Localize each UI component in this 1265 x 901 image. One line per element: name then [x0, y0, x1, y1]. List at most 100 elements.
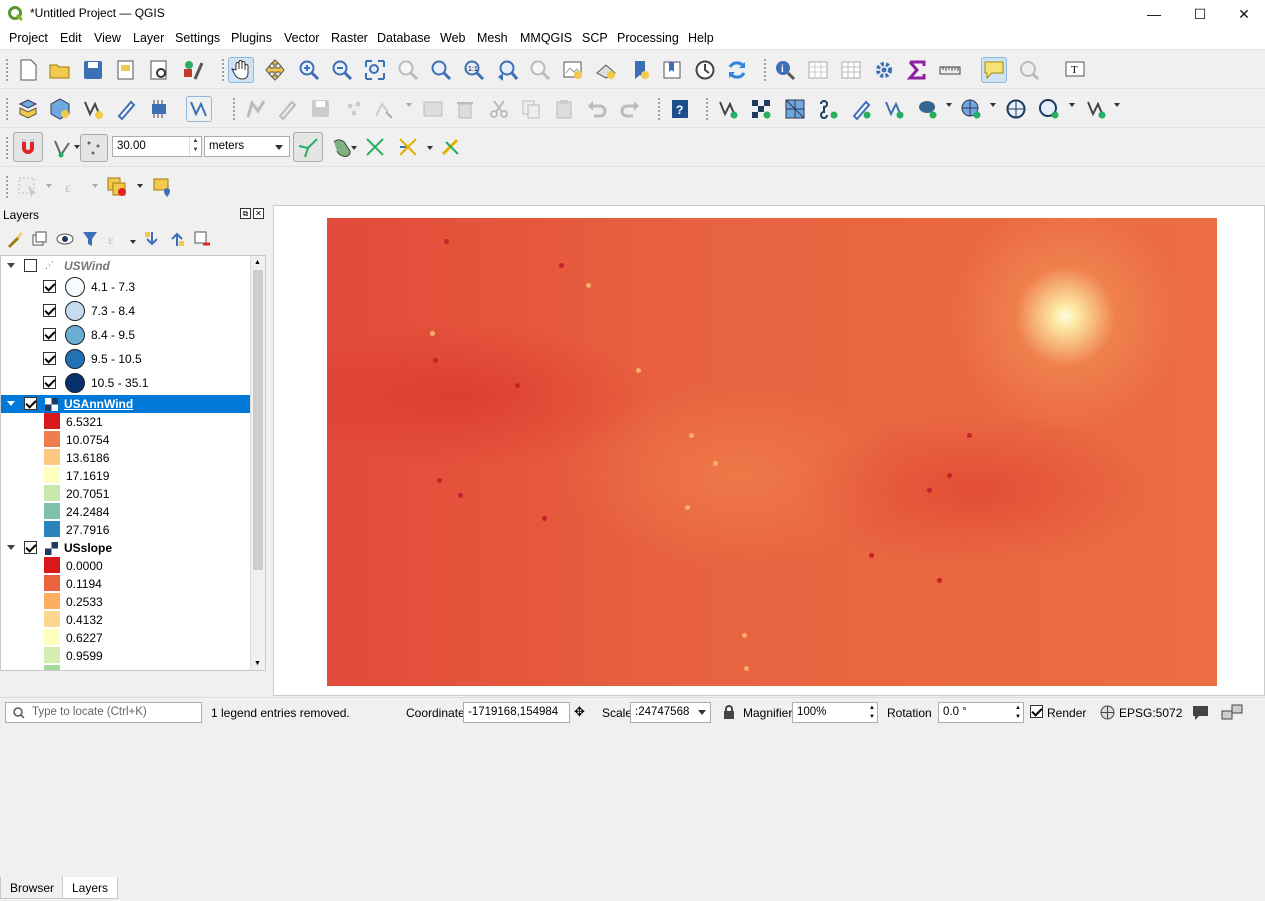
lock-scale-icon[interactable] — [722, 704, 736, 720]
expand-all-icon[interactable] — [141, 228, 163, 250]
zoom-last-icon[interactable] — [494, 57, 520, 83]
zoom-full-icon[interactable] — [362, 57, 388, 83]
database-dropdown-arrow[interactable] — [946, 103, 952, 107]
menu-edit[interactable]: Edit — [60, 31, 82, 45]
layer-visibility-checkbox[interactable] — [24, 541, 37, 554]
show-bookmarks-icon[interactable] — [659, 57, 685, 83]
open-project-icon[interactable] — [47, 57, 73, 83]
add-wfs-layer-icon[interactable] — [1003, 96, 1029, 122]
locator-search-input[interactable]: Type to locate (Ctrl+K) — [5, 702, 202, 723]
rotation-spin-arrows[interactable]: ▲ ▼ — [1015, 704, 1021, 722]
vector-tile-dropdown-arrow[interactable] — [1114, 103, 1120, 107]
tab-layers[interactable]: Layers — [62, 877, 119, 899]
scale-select[interactable]: :24747568 — [630, 702, 711, 723]
map-tips-icon[interactable] — [981, 57, 1007, 83]
menu-vector[interactable]: Vector — [284, 31, 319, 45]
toolbar-grip[interactable] — [221, 58, 225, 82]
new-map-view-icon[interactable] — [560, 57, 586, 83]
statistical-summary-icon[interactable] — [904, 57, 930, 83]
filter-by-expression-icon[interactable]: ε — [104, 228, 126, 250]
toolbar-grip[interactable] — [5, 175, 9, 199]
copy-features-icon[interactable] — [518, 96, 544, 122]
vertex-dropdown-arrow[interactable] — [406, 103, 412, 107]
modify-attributes-icon[interactable] — [420, 96, 446, 122]
toolbar-grip[interactable] — [705, 97, 709, 121]
vertex-tool-icon[interactable] — [370, 96, 396, 122]
layer-visibility-checkbox[interactable] — [24, 397, 37, 410]
tolerance-spin-arrows[interactable]: ▲ ▼ — [189, 137, 201, 156]
zoom-to-layer-icon[interactable] — [428, 57, 454, 83]
remove-layer-icon[interactable] — [191, 228, 213, 250]
enable-snapping-icon[interactable] — [13, 132, 43, 162]
add-delimited-text-layer-icon[interactable] — [815, 96, 841, 122]
toolbar-grip[interactable] — [5, 58, 9, 82]
field-calculator-icon[interactable] — [838, 57, 864, 83]
tracing-icon[interactable] — [395, 134, 421, 160]
map-canvas[interactable] — [273, 205, 1265, 696]
open-attribute-table-icon[interactable] — [805, 57, 831, 83]
menu-web[interactable]: Web — [440, 31, 465, 45]
toggle-editing-icon[interactable] — [274, 96, 300, 122]
layout-manager-icon[interactable] — [146, 57, 172, 83]
menu-mmqgis[interactable]: MMQGIS — [520, 31, 572, 45]
menu-plugins[interactable]: Plugins — [231, 31, 272, 45]
messages-icon[interactable] — [1192, 704, 1209, 720]
class-visibility-checkbox[interactable] — [43, 304, 56, 317]
menu-raster[interactable]: Raster — [331, 31, 368, 45]
render-checkbox[interactable] — [1030, 705, 1043, 718]
collapse-icon[interactable] — [7, 401, 15, 406]
add-wms-layer-icon[interactable] — [958, 96, 984, 122]
collapse-all-icon[interactable] — [166, 228, 188, 250]
maximize-button[interactable]: ☐ — [1177, 0, 1223, 28]
new-virtual-layer-icon[interactable] — [146, 96, 172, 122]
close-button[interactable]: ✕ — [1221, 0, 1265, 28]
add-wcs-layer-icon[interactable] — [1036, 96, 1062, 122]
add-group-icon[interactable] — [29, 228, 51, 250]
pan-map-icon[interactable] — [228, 57, 254, 83]
self-snapping-icon[interactable] — [362, 134, 388, 160]
wms-dropdown-arrow[interactable] — [990, 103, 996, 107]
menu-database[interactable]: Database — [377, 31, 431, 45]
layer-tree[interactable]: ⋰ USWind 4.1 - 7.3 7.3 - 8.4 8.4 - 9.5 9… — [0, 255, 266, 671]
menu-view[interactable]: View — [94, 31, 121, 45]
layer-styling-icon[interactable] — [186, 96, 212, 122]
temporal-controller-icon[interactable] — [692, 57, 718, 83]
select-by-location-icon[interactable] — [150, 174, 176, 200]
new-print-layout-icon[interactable] — [113, 57, 139, 83]
collapse-icon[interactable] — [7, 545, 15, 550]
cut-features-icon[interactable] — [486, 96, 512, 122]
zoom-to-selection-icon[interactable] — [395, 57, 421, 83]
add-point-feature-icon[interactable] — [342, 96, 368, 122]
intersection-dropdown-arrow[interactable] — [351, 146, 357, 150]
menu-project[interactable]: Project — [9, 31, 48, 45]
save-layer-edits-icon[interactable] — [308, 96, 334, 122]
zoom-native-resolution-icon[interactable]: 1:1 — [461, 57, 487, 83]
topological-editing-icon[interactable] — [293, 132, 323, 162]
manage-map-themes-icon[interactable] — [54, 228, 76, 250]
menu-help[interactable]: Help — [688, 31, 714, 45]
select-by-expression-icon[interactable]: ε — [60, 174, 86, 200]
measure-line-icon[interactable] — [937, 57, 963, 83]
filter-dropdown-arrow[interactable] — [130, 240, 136, 244]
refresh-icon[interactable] — [724, 57, 750, 83]
toolbar-grip[interactable] — [763, 58, 767, 82]
layer-visibility-checkbox[interactable] — [24, 259, 37, 272]
layer-item-usannwind[interactable]: USAnnWind — [1, 395, 251, 413]
zoom-out-icon[interactable] — [329, 57, 355, 83]
snapping-mode-icon[interactable] — [50, 135, 76, 161]
snapping-tolerance-input[interactable]: 30.00 ▲ ▼ — [112, 136, 202, 157]
menu-scp[interactable]: SCP — [582, 31, 608, 45]
add-spatialite-layer-icon[interactable] — [848, 96, 874, 122]
legend-class[interactable]: 4.1 - 7.3 — [1, 277, 251, 297]
processing-toolbox-icon[interactable] — [871, 57, 897, 83]
minimize-button[interactable]: — — [1131, 0, 1177, 28]
legend-class[interactable]: 7.3 - 8.4 — [1, 301, 251, 321]
layer-item-uswind[interactable]: ⋰ USWind — [1, 257, 251, 275]
snapping-type-icon[interactable] — [80, 134, 108, 162]
add-mesh-layer-icon[interactable] — [782, 96, 808, 122]
magnifier-spin-arrows[interactable]: ▲ ▼ — [869, 704, 875, 722]
legend-class[interactable]: 10.5 - 35.1 — [1, 373, 251, 393]
pan-to-selection-icon[interactable] — [262, 57, 288, 83]
add-vector-tile-layer-icon[interactable] — [1083, 96, 1109, 122]
annotations-icon[interactable] — [1016, 57, 1042, 83]
